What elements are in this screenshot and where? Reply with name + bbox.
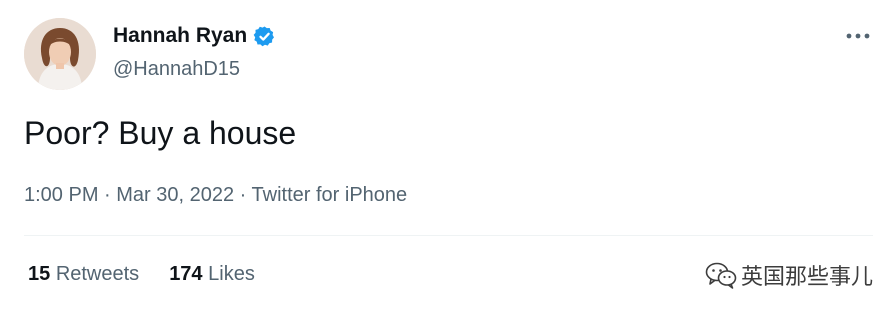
retweets-stat[interactable]: 15 Retweets — [28, 263, 139, 286]
avatar[interactable] — [24, 18, 96, 90]
more-options-button[interactable] — [845, 26, 871, 46]
watermark: 英国那些事儿 — [705, 259, 873, 291]
tweet-source[interactable]: Twitter for iPhone — [252, 184, 408, 206]
likes-count: 174 — [169, 263, 203, 285]
tweet-date[interactable]: Mar 30, 2022 — [116, 184, 234, 206]
watermark-text: 英国那些事儿 — [740, 265, 873, 290]
verified-badge-icon — [253, 25, 275, 46]
display-name[interactable]: Hannah Ryan — [113, 24, 247, 48]
author-handle[interactable]: @HannahD15 — [113, 58, 240, 81]
tweet-text: Poor? Buy a house — [24, 115, 297, 151]
meta-separator: · — [98, 184, 117, 206]
wechat-icon — [705, 262, 737, 289]
more-horizontal-icon — [846, 33, 870, 39]
likes-stat[interactable]: 174 Likes — [169, 263, 255, 286]
retweets-count: 15 — [28, 263, 51, 285]
avatar-image — [24, 18, 96, 90]
meta-separator: · — [234, 184, 252, 206]
tweet-stats: 15 Retweets 174 Likes — [28, 263, 255, 286]
divider — [24, 235, 873, 236]
retweets-label: Retweets — [55, 263, 140, 285]
likes-label: Likes — [208, 263, 255, 285]
tweet-meta: 1:00 PM · Mar 30, 2022 · Twitter for iPh… — [24, 184, 407, 207]
tweet-time[interactable]: 1:00 PM — [24, 184, 98, 206]
author-name-row[interactable]: Hannah Ryan — [113, 24, 276, 48]
